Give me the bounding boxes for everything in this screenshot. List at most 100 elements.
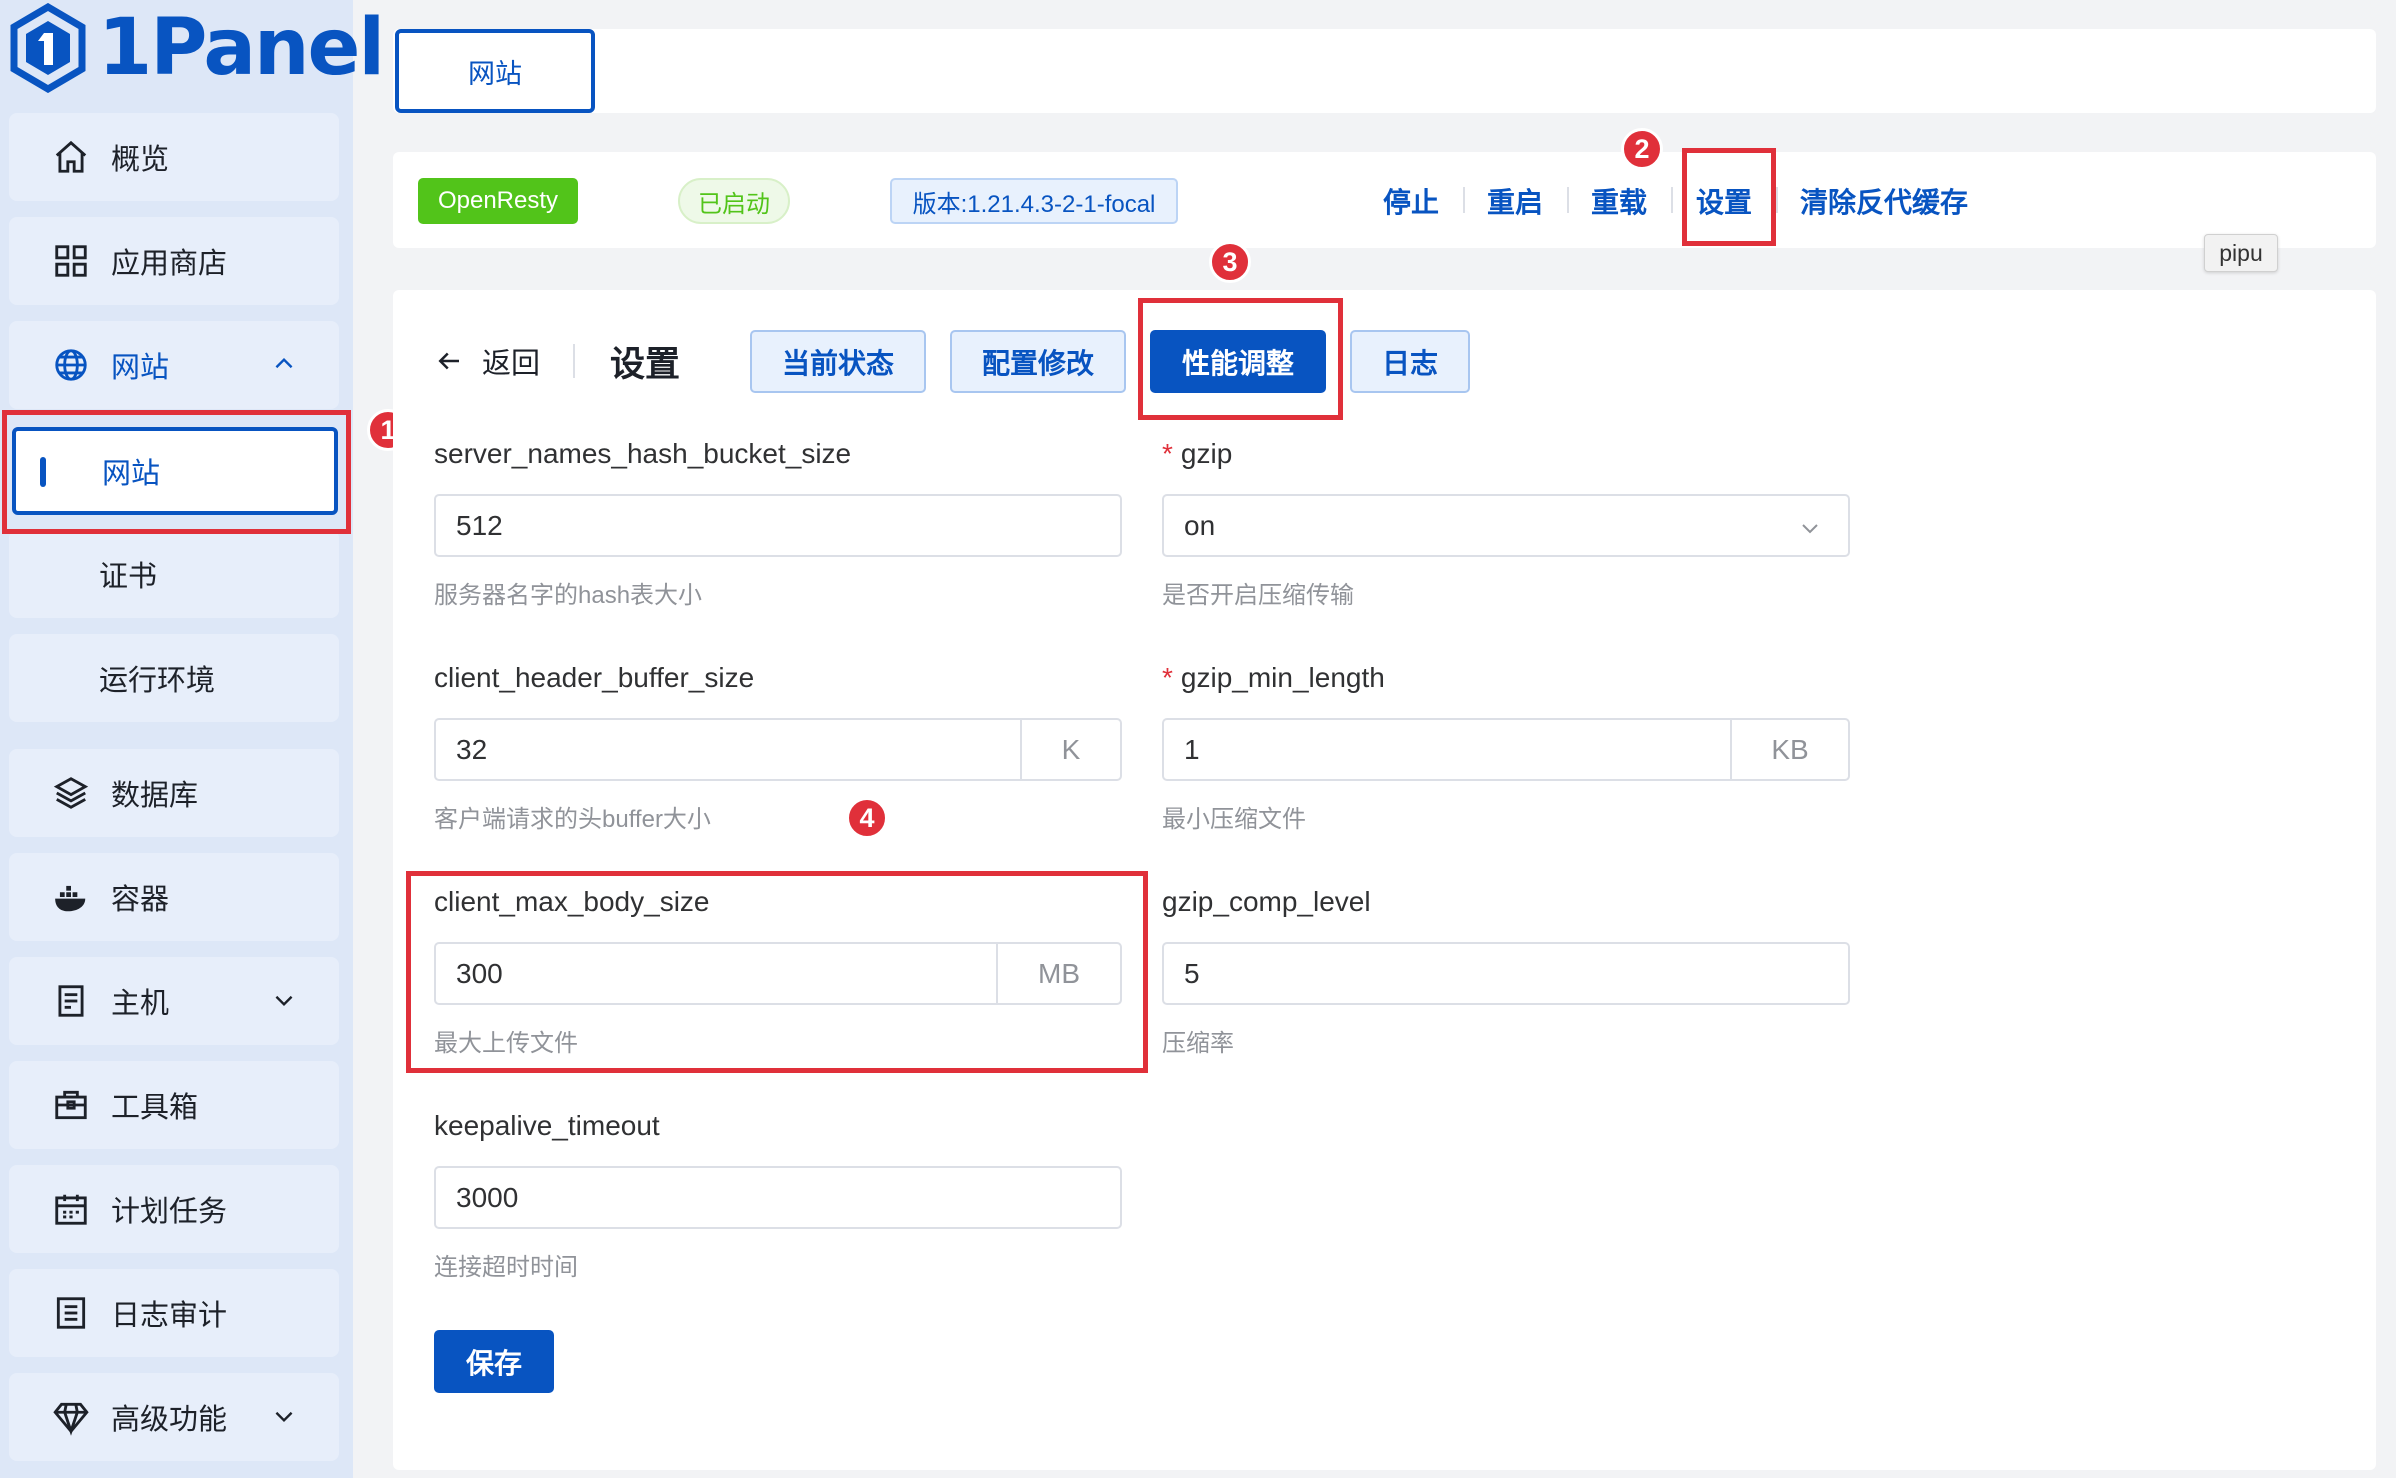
sidebar-item-label: 高级功能 bbox=[111, 1404, 228, 1436]
field-help: 客户端请求的头buffer大小 bbox=[434, 806, 711, 833]
input-value: 1 bbox=[1184, 733, 1200, 765]
required-marker: * bbox=[1162, 662, 1173, 693]
sidebar-item-container[interactable]: 容器 bbox=[9, 853, 339, 941]
server-names-hash-bucket-size-input[interactable]: 512 bbox=[434, 494, 1122, 557]
field-label: server_names_hash_bucket_size bbox=[434, 438, 852, 469]
required-marker: * bbox=[1162, 438, 1173, 469]
tab-website[interactable]: 网站 bbox=[395, 29, 595, 113]
input-value: 5 bbox=[1184, 957, 1200, 989]
annotation-box-4 bbox=[406, 871, 1148, 1073]
docker-icon bbox=[51, 877, 91, 917]
field-help: 是否开启压缩传输 bbox=[1162, 582, 1354, 609]
keepalive-timeout-input[interactable]: 3000 bbox=[434, 1166, 1122, 1229]
tab-current-status[interactable]: 当前状态 bbox=[750, 330, 926, 393]
app-logo: 1Panel bbox=[8, 0, 385, 95]
field-label: gzip_comp_level bbox=[1162, 886, 1371, 917]
status-badge: 已启动 bbox=[678, 178, 790, 224]
input-value: 3000 bbox=[456, 1181, 519, 1213]
gzip-comp-level-input[interactable]: 5 bbox=[1162, 942, 1850, 1005]
tab-config-edit[interactable]: 配置修改 bbox=[950, 330, 1126, 393]
tab-bar bbox=[393, 29, 2376, 113]
divider bbox=[1567, 187, 1569, 213]
field-label: client_header_buffer_size bbox=[434, 662, 755, 693]
annotation-box-1 bbox=[2, 410, 351, 534]
field-label: * gzip bbox=[1162, 438, 1233, 469]
sidebar-item-label: 容器 bbox=[111, 884, 170, 916]
annotation-box-3 bbox=[1138, 298, 1343, 420]
unit-suffix: K bbox=[1020, 720, 1120, 779]
annotation-badge-3: 3 bbox=[1209, 241, 1251, 283]
sidebar-item-logs[interactable]: 日志审计 bbox=[9, 1269, 339, 1357]
arrow-left-icon bbox=[438, 352, 459, 370]
divider bbox=[573, 344, 575, 378]
back-button[interactable]: 返回 bbox=[434, 340, 540, 382]
select-value: on bbox=[1184, 509, 1216, 541]
sidebar-item-label: 数据库 bbox=[111, 780, 199, 812]
grid-icon bbox=[51, 241, 91, 281]
sidebar-item-overview[interactable]: 概览 bbox=[9, 113, 339, 201]
annotation-badge-4: 4 bbox=[846, 797, 888, 839]
field-help: 压缩率 bbox=[1162, 1030, 1234, 1057]
annotation-badge-2: 2 bbox=[1621, 128, 1663, 170]
sidebar-item-label: 应用商店 bbox=[111, 248, 228, 280]
field-help: 连接超时时间 bbox=[434, 1254, 578, 1281]
chevron-up-icon bbox=[275, 357, 293, 369]
version-tag: 版本:1.21.4.3-2-1-focal bbox=[890, 178, 1178, 224]
diamond-icon bbox=[51, 1397, 91, 1437]
sidebar-item-label: 网站 bbox=[111, 352, 170, 384]
sidebar-item-label: 日志审计 bbox=[111, 1300, 228, 1332]
sidebar-subitem-label: 运行环境 bbox=[99, 665, 216, 697]
chevron-down-icon bbox=[1802, 524, 1818, 534]
divider bbox=[1463, 187, 1465, 213]
sidebar-item-appstore[interactable]: 应用商店 bbox=[9, 217, 339, 305]
layers-icon bbox=[51, 773, 91, 813]
sidebar-item-database[interactable]: 数据库 bbox=[9, 749, 339, 837]
globe-icon bbox=[51, 345, 91, 385]
field-label: keepalive_timeout bbox=[434, 1110, 660, 1141]
sidebar-subitem-certificate[interactable]: 证书 bbox=[9, 530, 339, 618]
app-tag: OpenResty bbox=[418, 178, 578, 224]
sidebar-item-host[interactable]: 主机 bbox=[9, 957, 339, 1045]
gzip-select[interactable]: on bbox=[1162, 494, 1850, 557]
sidebar-item-label: 主机 bbox=[111, 988, 170, 1020]
unit-suffix: KB bbox=[1730, 720, 1848, 779]
client-header-buffer-size-input[interactable]: 32 K bbox=[434, 718, 1122, 781]
clear-proxy-cache-button[interactable]: 清除反代缓存 bbox=[1800, 180, 1968, 222]
annotation-box-2 bbox=[1682, 148, 1776, 246]
sidebar-item-label: 概览 bbox=[111, 144, 170, 176]
sidebar-item-advanced[interactable]: 高级功能 bbox=[9, 1373, 339, 1461]
field-help: 服务器名字的hash表大小 bbox=[434, 582, 703, 609]
reload-button[interactable]: 重载 bbox=[1591, 180, 1647, 222]
save-button[interactable]: 保存 bbox=[434, 1330, 554, 1393]
calendar-icon bbox=[51, 1189, 91, 1229]
page-title: 设置 bbox=[610, 345, 681, 384]
toolbox-icon bbox=[51, 1085, 91, 1125]
back-label: 返回 bbox=[482, 348, 541, 380]
field-help: 最小压缩文件 bbox=[1162, 806, 1306, 833]
sidebar-item-label: 工具箱 bbox=[111, 1092, 199, 1124]
server-icon bbox=[51, 981, 91, 1021]
sidebar-item-cron[interactable]: 计划任务 bbox=[9, 1165, 339, 1253]
sidebar-item-label: 计划任务 bbox=[111, 1196, 228, 1228]
chevron-down-icon bbox=[275, 995, 293, 1007]
field-label: * gzip_min_length bbox=[1162, 662, 1385, 693]
home-icon bbox=[51, 137, 91, 177]
tooltip: pipu bbox=[2204, 234, 2278, 272]
gzip-min-length-input[interactable]: 1 KB bbox=[1162, 718, 1850, 781]
1panel-logo-icon bbox=[10, 2, 86, 93]
tab-logs[interactable]: 日志 bbox=[1350, 330, 1470, 393]
divider bbox=[1671, 187, 1673, 213]
sidebar-subitem-runtime[interactable]: 运行环境 bbox=[9, 634, 339, 722]
divider bbox=[1776, 187, 1778, 213]
logo-text: 1Panel bbox=[98, 2, 385, 93]
input-value: 32 bbox=[456, 733, 488, 765]
log-icon bbox=[51, 1293, 91, 1333]
sidebar-item-toolbox[interactable]: 工具箱 bbox=[9, 1061, 339, 1149]
sidebar-subitem-label: 证书 bbox=[99, 561, 158, 593]
sidebar: 1Panel 概览 应用商店 网站 网站 证书 运行环境 数据库 容器 主机 工… bbox=[0, 0, 385, 1478]
sidebar-item-website[interactable]: 网站 bbox=[9, 321, 339, 409]
stop-button[interactable]: 停止 bbox=[1383, 180, 1439, 222]
input-value: 512 bbox=[456, 509, 503, 541]
restart-button[interactable]: 重启 bbox=[1487, 180, 1543, 222]
chevron-down-icon bbox=[275, 1411, 293, 1423]
